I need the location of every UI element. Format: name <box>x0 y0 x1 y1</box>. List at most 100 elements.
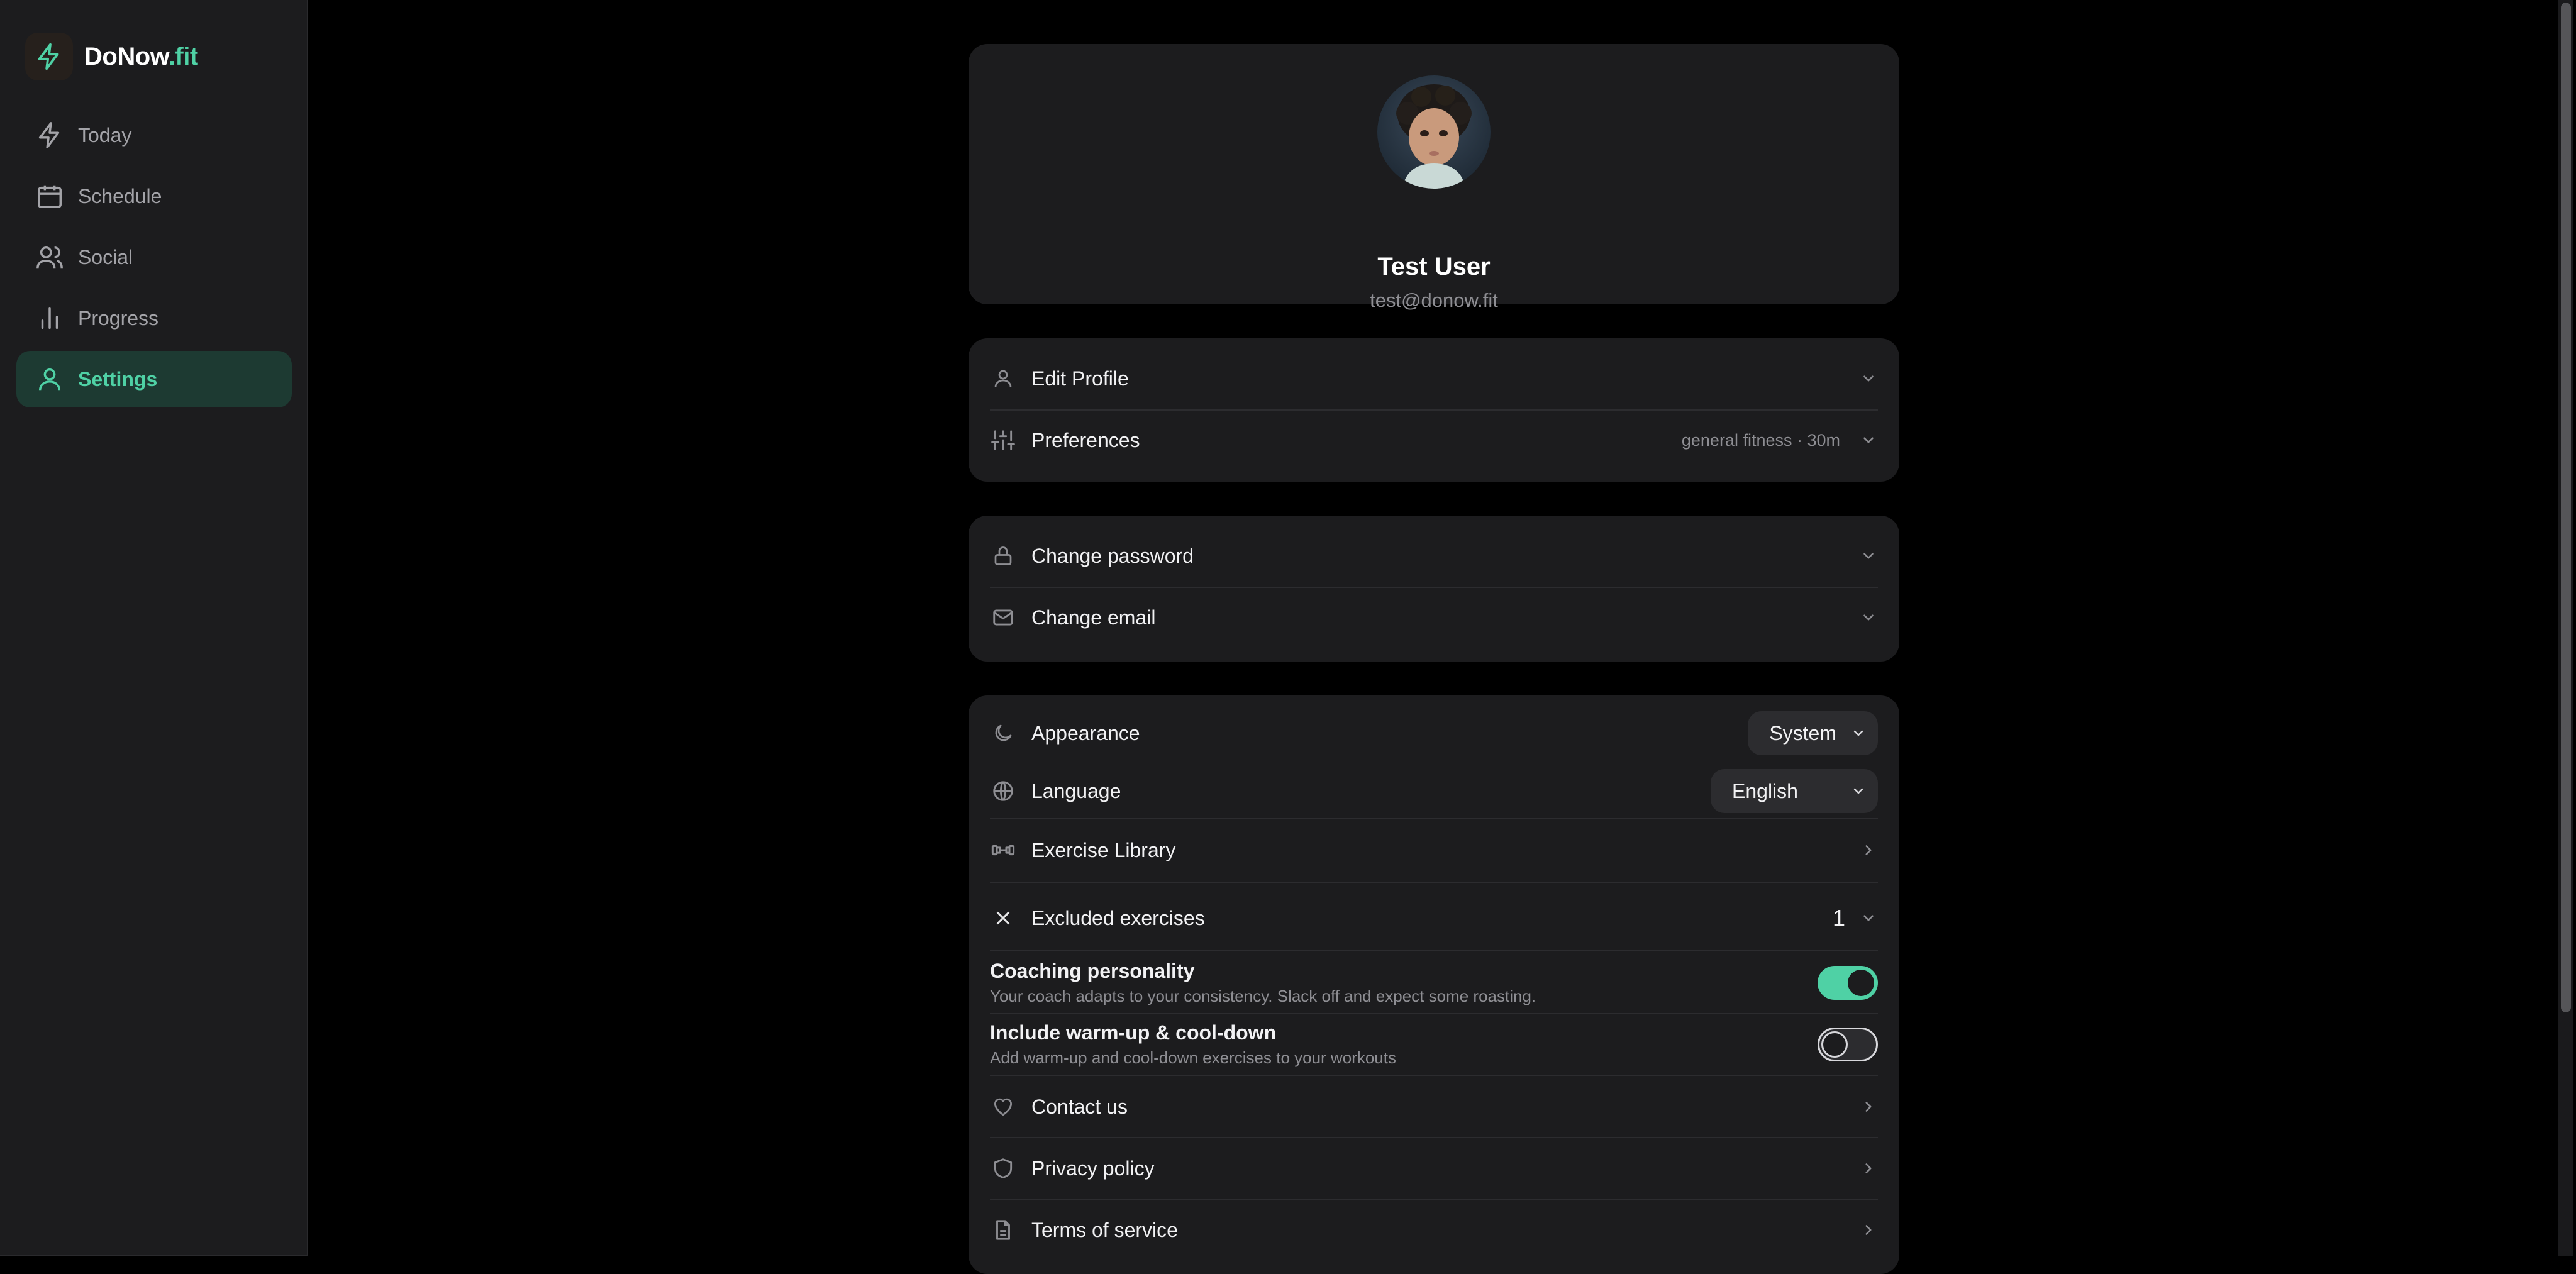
exercise-library-label: Exercise Library <box>1031 838 1176 861</box>
toggle-knob <box>1821 1031 1848 1058</box>
close-icon <box>990 905 1016 931</box>
warmup-title: Include warm-up & cool-down <box>990 1021 1277 1044</box>
profile-name: Test User <box>1377 253 1491 280</box>
coaching-description: Your coach adapts to your consistency. S… <box>990 987 1536 1005</box>
edit-profile-label: Edit Profile <box>1031 367 1129 390</box>
coaching-personality-row: Coaching personality Your coach adapts t… <box>969 953 1899 1012</box>
profile-email: test@donow.fit <box>1370 289 1498 311</box>
chevron-down-icon <box>1859 608 1878 627</box>
bolt-icon <box>35 121 64 150</box>
appearance-row: Appearance System <box>969 708 1899 758</box>
profile-card: Test User test@donow.fit <box>969 44 1899 311</box>
sidebar: DoNow.fit Today Schedule Social Progress… <box>0 0 308 1256</box>
language-select[interactable]: English <box>1711 769 1878 813</box>
language-label: Language <box>1031 779 1121 802</box>
language-row: Language English <box>969 766 1899 816</box>
warmup-text: Include warm-up & cool-down Add warm-up … <box>990 1021 1396 1068</box>
bolt-logo-icon <box>25 33 73 80</box>
sidebar-item-progress[interactable]: Progress <box>16 290 292 346</box>
calendar-icon <box>35 182 64 211</box>
sidebar-item-label: Schedule <box>78 184 162 208</box>
heart-icon <box>990 1094 1016 1120</box>
terms-row[interactable]: Terms of service <box>969 1201 1899 1259</box>
excluded-exercises-row[interactable]: Excluded exercises 1 <box>969 884 1899 952</box>
settings-card: Appearance System Language English Exerc… <box>969 695 1899 1274</box>
sidebar-item-label: Social <box>78 245 133 269</box>
exercise-library-row[interactable]: Exercise Library <box>969 820 1899 880</box>
change-email-label: Change email <box>1031 606 1156 629</box>
change-password-label: Change password <box>1031 544 1194 567</box>
security-card: Change password Change email <box>969 516 1899 662</box>
app-window: DoNow.fit Today Schedule Social Progress… <box>0 0 2576 1274</box>
chevron-down-icon <box>1859 546 1878 565</box>
divider <box>990 1075 1878 1076</box>
user-icon <box>35 365 64 394</box>
sidebar-item-label: Progress <box>78 306 159 330</box>
excluded-count: 1 <box>1832 905 1845 931</box>
sidebar-item-label: Today <box>78 123 132 147</box>
warmup-row: Include warm-up & cool-down Add warm-up … <box>969 1015 1899 1074</box>
brand-name: DoNow.fit <box>84 42 198 70</box>
coaching-title: Coaching personality <box>990 960 1195 982</box>
preferences-label: Preferences <box>1031 428 1140 451</box>
sliders-icon <box>990 427 1016 453</box>
terms-label: Terms of service <box>1031 1218 1178 1241</box>
chevron-down-icon <box>1850 783 1867 799</box>
bar-chart-icon <box>35 304 64 333</box>
lock-icon <box>990 543 1016 569</box>
avatar[interactable] <box>1377 75 1491 189</box>
chevron-down-icon <box>1859 369 1878 388</box>
dumbbell-icon <box>990 837 1016 863</box>
divider <box>990 882 1878 883</box>
chevron-right-icon <box>1859 841 1878 860</box>
change-password-row[interactable]: Change password <box>969 531 1899 581</box>
chevron-down-icon <box>1859 431 1878 450</box>
sidebar-item-today[interactable]: Today <box>16 107 292 163</box>
contact-row[interactable]: Contact us <box>969 1078 1899 1136</box>
sidebar-item-social[interactable]: Social <box>16 229 292 285</box>
moon-icon <box>990 720 1016 746</box>
scrollbar[interactable] <box>2558 0 2573 1256</box>
language-value: English <box>1732 779 1798 802</box>
change-email-row[interactable]: Change email <box>969 592 1899 643</box>
divider <box>990 1137 1878 1138</box>
coaching-personality-toggle[interactable] <box>1818 966 1878 1000</box>
toggle-knob <box>1848 970 1874 996</box>
chevron-down-icon <box>1859 909 1878 928</box>
appearance-value: System <box>1769 721 1836 745</box>
sidebar-item-settings[interactable]: Settings <box>16 351 292 407</box>
sidebar-nav: Today Schedule Social Progress Settings <box>16 107 292 412</box>
warmup-description: Add warm-up and cool-down exercises to y… <box>990 1048 1396 1067</box>
warmup-toggle[interactable] <box>1818 1028 1878 1061</box>
chevron-down-icon <box>1850 725 1867 741</box>
user-icon <box>990 365 1016 392</box>
shield-icon <box>990 1155 1016 1182</box>
divider <box>990 1199 1878 1200</box>
account-card: Edit Profile Preferences general fitness… <box>969 338 1899 482</box>
contact-label: Contact us <box>1031 1095 1128 1118</box>
privacy-row[interactable]: Privacy policy <box>969 1139 1899 1197</box>
chevron-right-icon <box>1859 1159 1878 1178</box>
appearance-select[interactable]: System <box>1748 711 1878 755</box>
divider <box>990 950 1878 951</box>
chevron-right-icon <box>1859 1097 1878 1116</box>
chevron-right-icon <box>1859 1221 1878 1239</box>
edit-profile-row[interactable]: Edit Profile <box>969 353 1899 404</box>
mail-icon <box>990 604 1016 631</box>
globe-icon <box>990 778 1016 804</box>
sidebar-item-label: Settings <box>78 367 158 391</box>
privacy-label: Privacy policy <box>1031 1156 1155 1180</box>
appearance-label: Appearance <box>1031 721 1140 745</box>
divider <box>990 1013 1878 1014</box>
coaching-text: Coaching personality Your coach adapts t… <box>990 960 1536 1006</box>
preferences-row[interactable]: Preferences general fitness · 30m <box>969 415 1899 465</box>
document-icon <box>990 1217 1016 1243</box>
divider <box>990 818 1878 819</box>
divider <box>990 409 1878 411</box>
excluded-exercises-label: Excluded exercises <box>1031 906 1205 929</box>
users-icon <box>35 243 64 272</box>
scrollbar-thumb[interactable] <box>2561 3 2571 1012</box>
sidebar-item-schedule[interactable]: Schedule <box>16 168 292 224</box>
preferences-summary: general fitness · 30m <box>1681 430 1840 450</box>
brand[interactable]: DoNow.fit <box>25 33 198 80</box>
